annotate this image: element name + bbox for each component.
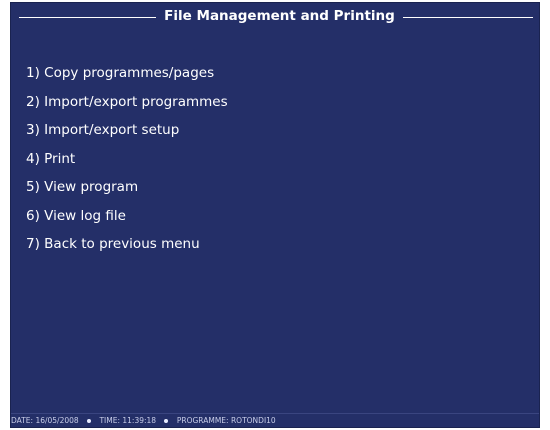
menu-item-print[interactable]: 4Print [26,149,228,178]
menu-item-view-log-file[interactable]: 6View log file [26,206,228,235]
menu-item-number: 6 [26,208,44,224]
menu-item-label: Back to previous menu [44,236,200,252]
menu-item-number: 5 [26,179,44,195]
title-rule-right [403,17,533,18]
status-bar: DATE: 16/05/2008 TIME: 11:39:18 PROGRAMM… [11,413,539,427]
page-title: File Management and Printing [164,8,395,24]
menu-item-number: 1 [26,65,44,81]
menu-item-number: 3 [26,122,44,138]
status-programme-label: PROGRAMME [176,416,227,425]
menu-item-back[interactable]: 7Back to previous menu [26,234,228,263]
separator-dot-icon [164,418,169,423]
menu-item-import-export-programmes[interactable]: 2Import/export programmes [26,92,228,121]
menu-item-copy-programmes[interactable]: 1Copy programmes/pages [26,63,228,92]
menu-item-label: Import/export setup [44,122,180,138]
menu-item-label: Import/export programmes [44,93,228,110]
menu-item-label: View log file [44,207,126,224]
title-rule-left [19,17,156,18]
main-menu: 1Copy programmes/pages 2Import/export pr… [26,63,228,263]
menu-item-number: 4 [26,151,44,167]
status-programme: ROTONDI10 [230,416,276,425]
title-bar: File Management and Printing [11,5,539,33]
menu-item-label: Print [44,150,76,167]
menu-item-number: 7 [26,236,44,252]
menu-item-number: 2 [26,94,44,110]
file-management-screen: File Management and Printing 1Copy progr… [10,2,540,428]
status-time: 11:39:18 [122,416,157,425]
menu-item-import-export-setup[interactable]: 3Import/export setup [26,120,228,149]
separator-dot-icon [87,418,92,423]
menu-item-label: View program [44,179,139,195]
status-time-label: TIME [99,416,118,425]
menu-item-view-program[interactable]: 5View program [26,177,228,206]
status-date-label: DATE [11,416,31,425]
menu-item-label: Copy programmes/pages [44,65,215,81]
status-date: 16/05/2008 [35,416,79,425]
